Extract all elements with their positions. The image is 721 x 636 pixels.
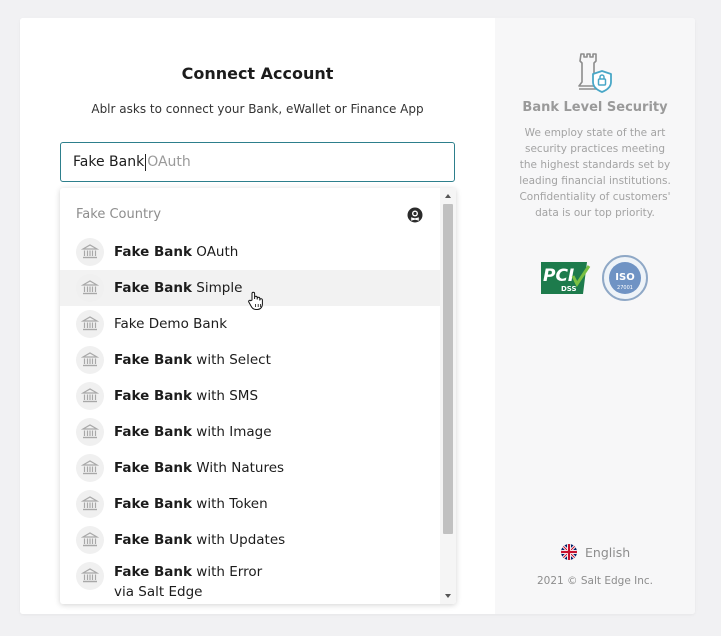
connect-panel: Connect Account Ablr asks to connect you… <box>20 18 495 614</box>
bank-name: Fake Bank with Updates <box>114 532 286 548</box>
bank-name: Fake Bank With Natures <box>114 460 285 476</box>
bank-icon <box>76 526 104 554</box>
bank-name: Fake Bank with SMS <box>114 388 259 404</box>
iso-27001-badge: ISO 27001 <box>602 255 648 301</box>
text-caret <box>145 153 147 171</box>
iso-number: 27001 <box>617 285 633 291</box>
uk-flag-icon <box>561 544 577 560</box>
bank-icon <box>76 274 104 302</box>
bank-icon <box>76 382 104 410</box>
bank-name: Fake Bank with Image <box>114 424 272 440</box>
scroll-up-arrow-icon[interactable] <box>444 192 452 200</box>
copyright-text: 2021 © Salt Edge Inc. <box>537 575 653 587</box>
bank-name: Fake Demo Bank <box>114 316 228 332</box>
certification-badges: PCI DSS ISO 27001 <box>541 255 648 301</box>
security-text: We employ state of the art security prac… <box>519 127 671 219</box>
pci-dss-badge: PCI DSS <box>541 262 591 294</box>
hand-cursor-icon <box>248 291 263 310</box>
bank-name: Fake Bank Simple <box>114 280 243 296</box>
bank-list-item[interactable]: Fake Bank with SMS <box>60 378 440 414</box>
bank-search-input[interactable]: Fake Bank OAuth <box>60 142 455 182</box>
scroll-down-arrow-icon[interactable] <box>444 592 452 600</box>
page-title: Connect Account <box>181 64 334 83</box>
bank-icon <box>76 490 104 518</box>
bank-name: Fake Bank with Select <box>114 352 271 368</box>
bank-list-item[interactable]: Fake Bank With Natures <box>60 450 440 486</box>
bank-list-item[interactable]: Fake Bank with Image <box>60 414 440 450</box>
bank-icon <box>76 238 104 266</box>
tower-lock-icon <box>578 53 612 93</box>
scrollbar-thumb[interactable] <box>443 204 453 534</box>
bank-name: Fake Bank with Error via Salt Edge <box>114 564 263 600</box>
bank-list: Fake Bank OAuth Fake Bank Simple Fake Demo… <box>60 234 440 602</box>
dss-label: DSS <box>561 285 577 293</box>
connect-card: Connect Account Ablr asks to connect you… <box>20 18 695 614</box>
bank-icon <box>76 562 104 590</box>
bank-dropdown: Fake Country Fake Bank OAuth Fake Bank Si… <box>60 188 456 604</box>
bank-list-item[interactable]: Fake Bank with Error via Salt Edge <box>60 558 440 602</box>
bank-list-item[interactable]: Fake Bank OAuth <box>60 234 440 270</box>
dropdown-scrollbar[interactable] <box>440 188 456 604</box>
search-suggestion: OAuth <box>147 154 191 170</box>
country-label: Fake Country <box>76 207 162 222</box>
bank-list-item[interactable]: Fake Bank with Select <box>60 342 440 378</box>
bank-icon <box>76 418 104 446</box>
language-selector[interactable]: English <box>561 544 630 560</box>
bank-icon <box>76 346 104 374</box>
pci-label: PCI <box>543 266 574 286</box>
security-title: Bank Level Security <box>522 100 668 115</box>
bank-list-item[interactable]: Fake Bank with Updates <box>60 522 440 558</box>
bank-name: Fake Bank with Token <box>114 496 268 512</box>
bank-list-item[interactable]: Fake Bank with Token <box>60 486 440 522</box>
globe-icon[interactable] <box>407 207 423 223</box>
search-typed-text: Fake Bank <box>73 154 145 170</box>
security-panel: Bank Level Security We employ state of t… <box>495 18 695 614</box>
bank-icon <box>76 310 104 338</box>
language-label: English <box>585 544 631 560</box>
bank-list-item[interactable]: Fake Demo Bank <box>60 306 440 342</box>
bank-name: Fake Bank OAuth <box>114 244 239 260</box>
page-subtitle: Ablr asks to connect your Bank, eWallet … <box>91 102 424 116</box>
iso-label: ISO <box>615 272 634 283</box>
bank-icon <box>76 454 104 482</box>
